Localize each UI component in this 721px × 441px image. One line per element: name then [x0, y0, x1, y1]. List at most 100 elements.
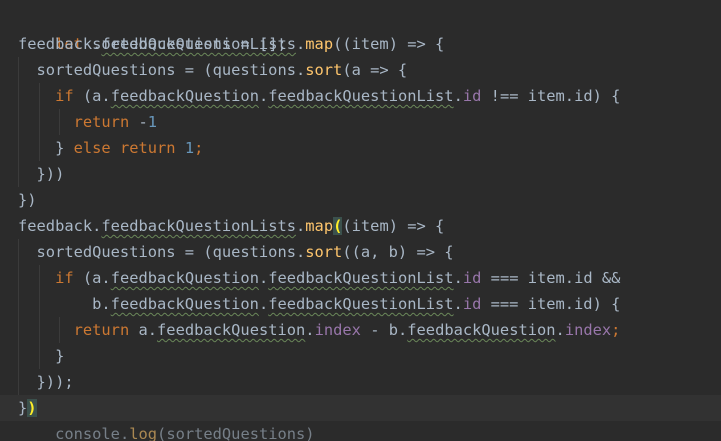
code-token: -: [129, 113, 148, 131]
property-token: id: [462, 269, 482, 287]
code-text: })): [18, 161, 65, 187]
code-token: sortedQuestions = (questions.: [18, 61, 306, 79]
warning-token: feedbackQuestionList: [268, 269, 454, 287]
code-line[interactable]: sortedQuestions = (questions.sort((a, b)…: [0, 239, 721, 265]
keyword: if: [55, 87, 74, 105]
code-token: (a.: [73, 87, 111, 105]
code-text: b.feedbackQuestion.feedbackQuestionList.…: [18, 291, 620, 317]
warning-token: feedbackQuestion: [157, 321, 306, 339]
code-text: return -1: [18, 109, 157, 135]
code-text: }: [18, 343, 64, 369]
code-token: ((a, b) => {: [342, 243, 454, 261]
code-token: .: [296, 35, 306, 53]
code-token: === item.id &&: [481, 269, 621, 287]
code-line[interactable]: })): [0, 161, 721, 187]
code-token: })): [18, 165, 65, 183]
code-line[interactable]: }));: [0, 369, 721, 395]
code-token: .: [258, 87, 269, 105]
code-text: }): [18, 187, 37, 213]
code-token: }: [18, 399, 28, 417]
warning-token: feedbackQuestionLists: [101, 217, 296, 235]
code-text: feedback.feedbackQuestionLists.map((item…: [18, 213, 444, 239]
code-line[interactable]: }): [0, 187, 721, 213]
code-line[interactable]: return -1: [0, 109, 721, 135]
keyword: else return: [73, 139, 176, 157]
code-token: a.: [129, 321, 158, 339]
code-token: .: [453, 295, 463, 313]
warning-token: feedbackQuestion: [110, 269, 259, 287]
method-token: log: [129, 425, 158, 441]
code-line[interactable]: let sortedQuestions = [];: [0, 5, 721, 53]
code-token: console: [55, 425, 120, 441]
number-token: 1: [184, 139, 195, 157]
code-line[interactable]: }: [0, 343, 721, 369]
keyword: ;: [611, 321, 621, 339]
method-token: sort: [305, 243, 343, 261]
method-token: map: [305, 35, 334, 53]
code-line[interactable]: feedback.feedbackQuestionLists.map((item…: [0, 31, 721, 57]
code-token: === item.id) {: [481, 295, 621, 313]
code-text: if (a.feedbackQuestion.feedbackQuestionL…: [18, 265, 620, 291]
method-token: sort: [305, 61, 343, 79]
code-token: feedback.: [18, 217, 102, 235]
code-editor[interactable]: let sortedQuestions = []; feedback.feedb…: [0, 0, 721, 441]
code-token: .: [296, 217, 306, 235]
property-token: id: [462, 295, 482, 313]
code-token: ((item) => {: [333, 35, 445, 53]
code-text: sortedQuestions = (questions.sort(a => {: [18, 57, 408, 83]
warning-token: feedbackQuestion: [110, 295, 259, 313]
code-line[interactable]: console.log(sortedQuestions): [0, 421, 721, 441]
code-token: .: [258, 295, 269, 313]
warning-token: feedbackQuestionLists: [101, 35, 296, 53]
code-text: return a.feedbackQuestion.index - b.feed…: [18, 317, 621, 343]
code-token: .: [305, 321, 315, 339]
property-token: id: [462, 87, 482, 105]
method-token: map: [305, 217, 334, 235]
code-line[interactable]: feedback.feedbackQuestionLists.map((item…: [0, 213, 721, 239]
keyword: ;: [194, 139, 204, 157]
warning-token: feedbackQuestionList: [268, 295, 454, 313]
code-token: .: [453, 269, 463, 287]
code-token: !== item.id) {: [481, 87, 621, 105]
code-line[interactable]: if (a.feedbackQuestion.feedbackQuestionL…: [0, 83, 721, 109]
code-token: feedback.: [18, 35, 102, 53]
code-line[interactable]: b.feedbackQuestion.feedbackQuestionList.…: [0, 291, 721, 317]
code-token: }): [18, 191, 37, 209]
property-token: index: [564, 321, 612, 339]
code-text: feedback.feedbackQuestionLists.map((item…: [18, 31, 444, 57]
keyword: return: [73, 113, 130, 131]
matched-paren: ): [27, 399, 37, 417]
code-token: }));: [18, 373, 74, 391]
code-token: .: [555, 321, 565, 339]
code-token: .: [258, 269, 269, 287]
code-line-current[interactable]: }): [0, 395, 721, 421]
code-text: console.log(sortedQuestions): [18, 421, 315, 441]
code-token: b.: [18, 295, 111, 313]
warning-token: feedbackQuestion: [407, 321, 556, 339]
number-token: 1: [147, 113, 158, 131]
code-token: (sortedQuestions): [157, 425, 315, 441]
warning-token: feedbackQuestion: [110, 87, 259, 105]
code-token: sortedQuestions = (questions.: [18, 243, 306, 261]
code-line[interactable]: } else return 1;: [0, 135, 721, 161]
code-line[interactable]: sortedQuestions = (questions.sort(a => {: [0, 57, 721, 83]
keyword: return: [73, 321, 130, 339]
code-token: }: [18, 347, 65, 365]
code-line[interactable]: if (a.feedbackQuestion.feedbackQuestionL…: [0, 265, 721, 291]
keyword: if: [55, 269, 74, 287]
code-text: }): [18, 395, 37, 421]
code-token: (item) => {: [342, 217, 445, 235]
code-line[interactable]: return a.feedbackQuestion.index - b.feed…: [0, 317, 721, 343]
code-token: }: [18, 139, 74, 157]
code-token: (a.: [73, 269, 111, 287]
code-text: if (a.feedbackQuestion.feedbackQuestionL…: [18, 83, 620, 109]
code-token: - b.: [360, 321, 408, 339]
code-token: .: [119, 425, 130, 441]
matched-paren: (: [333, 217, 343, 235]
property-token: index: [314, 321, 361, 339]
